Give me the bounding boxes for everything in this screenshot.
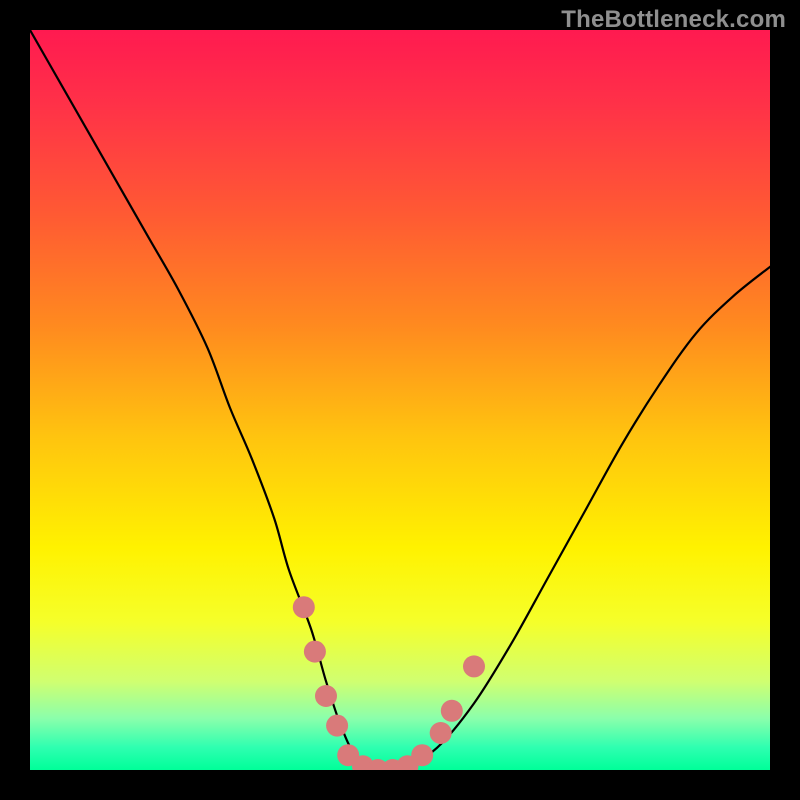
highlight-dot	[326, 715, 348, 737]
highlight-dot	[430, 722, 452, 744]
highlight-dot	[463, 655, 485, 677]
chart-background	[30, 30, 770, 770]
chart-plot-area	[30, 30, 770, 770]
highlight-dot	[411, 744, 433, 766]
highlight-dot	[315, 685, 337, 707]
highlight-dot	[441, 700, 463, 722]
chart-stage: TheBottleneck.com	[0, 0, 800, 800]
highlight-dot	[304, 641, 326, 663]
chart-svg	[30, 30, 770, 770]
highlight-dot	[293, 596, 315, 618]
